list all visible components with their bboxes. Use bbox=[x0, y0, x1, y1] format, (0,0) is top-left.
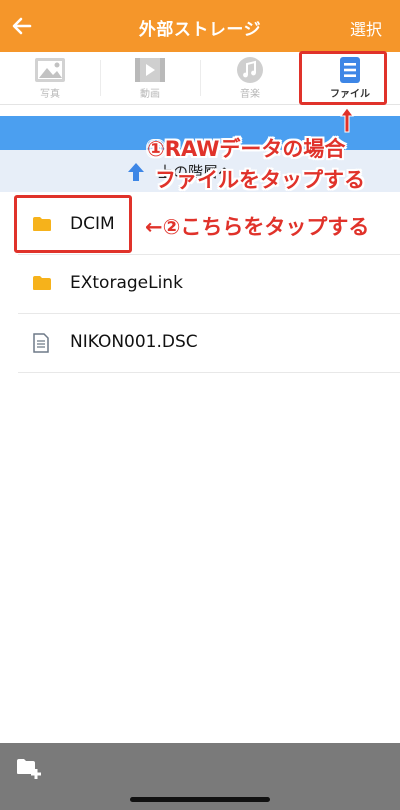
music-icon bbox=[237, 57, 263, 83]
folder-icon bbox=[33, 276, 51, 290]
document-icon bbox=[33, 333, 49, 353]
tab-photos[interactable]: 写真 bbox=[0, 52, 100, 104]
file-name: NIKON001.DSC bbox=[70, 332, 198, 352]
tab-label: 動画 bbox=[140, 89, 160, 100]
file-name: EXtorageLink bbox=[70, 273, 183, 293]
page-title: 外部ストレージ bbox=[138, 20, 262, 40]
tab-videos[interactable]: 動画 bbox=[100, 52, 200, 104]
dcim-highlight bbox=[14, 195, 132, 253]
annotation-step2: ←②こちらをタップする bbox=[145, 215, 370, 239]
up-pointer-arrow-icon bbox=[340, 107, 354, 133]
tab-label: 写真 bbox=[40, 89, 60, 100]
annotation-step1-line2: ファイルをタップする bbox=[155, 168, 365, 192]
photo-icon bbox=[35, 58, 65, 82]
home-indicator bbox=[130, 797, 270, 802]
tab-music[interactable]: 音楽 bbox=[200, 52, 300, 104]
annotation-step1-line1: ①RAWデータの場合 bbox=[147, 137, 346, 161]
list-item[interactable]: NIKON001.DSC bbox=[18, 314, 400, 373]
select-button[interactable]: 選択 bbox=[350, 16, 382, 40]
header-bar: 外部ストレージ 選択 bbox=[0, 0, 400, 52]
bottom-toolbar bbox=[0, 743, 400, 810]
files-tab-highlight bbox=[299, 51, 387, 105]
up-arrow-icon bbox=[128, 163, 144, 181]
new-folder-icon[interactable] bbox=[16, 757, 42, 779]
video-icon bbox=[135, 58, 165, 82]
list-item[interactable]: EXtorageLink bbox=[18, 255, 400, 314]
tab-label: 音楽 bbox=[240, 89, 260, 100]
